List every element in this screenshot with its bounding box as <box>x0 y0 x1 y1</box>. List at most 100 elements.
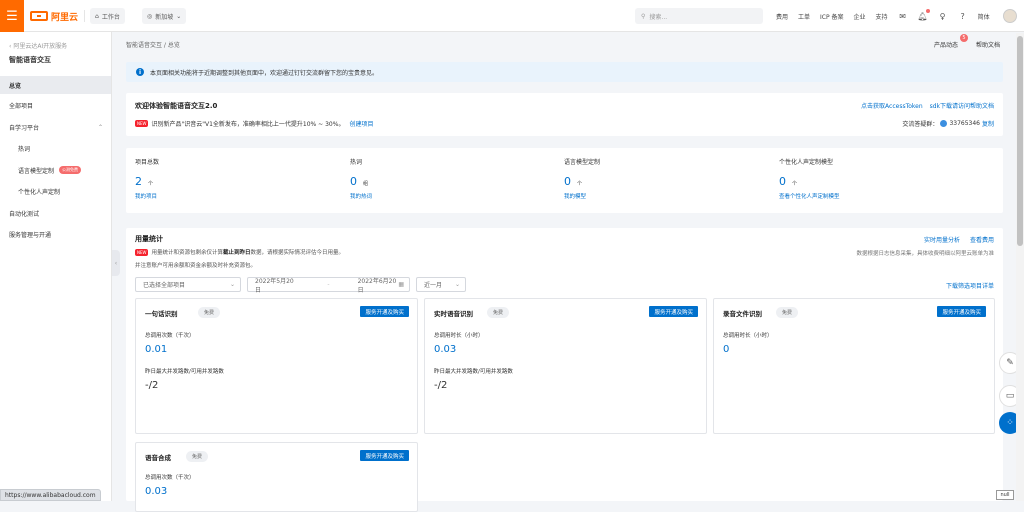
sidebar-item-self-learning[interactable]: 自学习平台 ⌃ <box>0 118 111 136</box>
my-projects-link[interactable]: 我的项目 <box>135 192 159 200</box>
buy-button[interactable]: 服务开通及购买 <box>937 306 986 317</box>
service-card-sentence: 一句话识别 免费 服务开通及购买 总调用次数（千次） 0.01 昨日最大并发路数… <box>135 298 418 434</box>
help-doc-link[interactable]: 帮助文档 <box>976 40 1000 49</box>
free-badge: 免费 <box>186 451 209 462</box>
chevron-down-icon: ⌄ <box>176 12 182 20</box>
stat-voice-models: 个性化人声定制模型 0个 查看个性化人声定制模型 <box>779 159 840 200</box>
my-hotwords-link[interactable]: 我的热词 <box>350 192 372 200</box>
download-detail-link[interactable]: 下载筛选项目详单 <box>946 281 994 290</box>
sidebar-title: 智能语音交互 <box>9 56 51 64</box>
date-range-picker[interactable]: 2022年5月20日 - 2022年6月20日 ▦ <box>247 277 410 294</box>
stat-value: 0 <box>350 175 357 188</box>
dingtalk-icon <box>940 120 948 127</box>
beta-badge: 公测免费 <box>59 166 82 174</box>
usage-title: 用量统计 <box>135 235 163 243</box>
lightbulb-icon[interactable]: ♀ <box>938 11 948 21</box>
free-badge: 免费 <box>487 307 510 318</box>
sidebar-item-hotwords[interactable]: 热词 <box>0 139 111 157</box>
divider <box>84 10 85 22</box>
copy-button[interactable]: 复制 <box>982 119 994 128</box>
group-info: 交流答疑群： 33765346 复制 <box>902 119 994 128</box>
my-models-link[interactable]: 我的模型 <box>564 192 600 200</box>
buy-button[interactable]: 服务开通及购买 <box>649 306 698 317</box>
new-tag: NEW <box>135 120 149 127</box>
access-token-link[interactable]: 点击获取AccessToken <box>861 103 923 110</box>
sidebar-item-projects[interactable]: 全部项目 <box>0 96 111 114</box>
sidebar-item-lm-custom[interactable]: 语言模型定制 公测免费 <box>0 161 111 179</box>
notice-banner: i 本页面相关功能将于近期调整到其他页面中，欢迎通过钉钉交流群留下您的宝贵意见。 <box>126 62 1003 82</box>
sidebar-item-service-mgmt[interactable]: 服务管理与开通 <box>0 225 111 243</box>
welcome-links: 点击获取AccessToken sdk下载请访问帮助文档 <box>861 101 994 110</box>
voice-models-link[interactable]: 查看个性化人声定制模型 <box>779 192 840 200</box>
welcome-card: 欢迎体验智能语音交互2.0 NEW 识别新产品"识音云"V1全新发布，准确率相比… <box>126 93 1003 136</box>
sidebar-collapse-handle[interactable]: ‹ <box>112 250 120 276</box>
service-name: 语音合成 <box>145 454 171 462</box>
stat-value: 0 <box>779 175 786 188</box>
top-link-ticket[interactable]: 工单 <box>798 12 810 21</box>
top-link-icp[interactable]: ICP 备案 <box>820 12 844 21</box>
service-card-file: 录音文件识别 免费 服务开通及购买 总调用时长（小时） 0 <box>713 298 995 434</box>
free-badge: 免费 <box>776 307 799 318</box>
buy-button[interactable]: 服务开通及购买 <box>360 306 409 317</box>
realtime-usage-link[interactable]: 实时用量分析 <box>924 237 960 244</box>
top-link-support[interactable]: 支持 <box>876 12 888 21</box>
sidebar-item-voice-custom[interactable]: 个性化人声定制 <box>0 182 111 200</box>
language-switch[interactable]: 简体 <box>978 12 990 21</box>
usage-right-note: 数据根据日志信息采集，具体收费明细以阿里云账单为准 <box>856 251 994 257</box>
view-billing-link[interactable]: 查看费用 <box>970 237 994 244</box>
service-card-realtime: 实时语音识别 免费 服务开通及购买 总调用时长（小时） 0.03 昨日最大并发路… <box>424 298 707 434</box>
free-badge: 免费 <box>198 307 221 318</box>
home-icon: ⌂ <box>95 12 99 20</box>
usage-note-2: 并注意账户可用余额和资金余额及时补充资源包。 <box>135 263 257 269</box>
brand-logo[interactable]: 阿里云 <box>30 8 78 24</box>
usage-card: 用量统计 NEW 用量统计和资源包剩余仅计算 截止到昨日 数据，请根据实际情况评… <box>126 228 1003 512</box>
sidebar-back-link[interactable]: ‹ 阿里云达AI开放服务 <box>9 41 67 50</box>
service-card-tts: 语音合成 免费 服务开通及购买 总调用次数（千次） 0.03 <box>135 442 418 512</box>
notification-dot <box>925 9 930 13</box>
metric-value: 0 <box>723 344 730 355</box>
top-bar: ☰ 阿里云 ⌂ 工作台 ◎ 新加坡 ⌄ ⚲ 搜索... 费用 工单 ICP 备案… <box>0 0 1024 32</box>
stat-projects: 项目总数 2个 我的项目 <box>135 159 160 200</box>
sdk-doc-link[interactable]: sdk下载请访问帮助文档 <box>930 103 994 110</box>
buy-button[interactable]: 服务开通及购买 <box>360 450 409 461</box>
metric-value: 0.03 <box>145 486 168 497</box>
usage-note-1: NEW 用量统计和资源包剩余仅计算 截止到昨日 数据，请根据实际情况评估今日用量… <box>135 248 345 256</box>
create-project-link[interactable]: 创建项目 <box>349 119 373 128</box>
calendar-icon: ▦ <box>398 281 404 288</box>
aliyun-logo-icon <box>30 11 48 21</box>
bell-icon[interactable]: 🔔︎ <box>917 9 930 21</box>
stats-card: 项目总数 2个 我的项目 热词 0组 我的热词 语言模型定制 0个 我的模型 个… <box>126 148 1003 213</box>
group-id: 33765346 <box>949 120 980 127</box>
stat-value: 2 <box>135 175 142 188</box>
chevron-up-icon: ⌃ <box>97 123 103 131</box>
search-input[interactable]: ⚲ 搜索... <box>635 8 763 24</box>
search-icon: ⚲ <box>641 12 646 20</box>
concurrency-value: -/2 <box>145 380 159 391</box>
region-select[interactable]: ◎ 新加坡 ⌄ <box>142 8 187 24</box>
sidebar-item-auto-test[interactable]: 自动化测试 <box>0 204 111 222</box>
sidebar-item-overview[interactable]: 总览 <box>0 76 111 94</box>
avatar[interactable] <box>1003 9 1017 23</box>
menu-icon[interactable]: ☰ <box>0 0 24 32</box>
info-icon: i <box>136 68 144 76</box>
workbench-button[interactable]: ⌂ 工作台 <box>90 8 125 24</box>
null-indicator: null <box>996 490 1014 500</box>
help-icon[interactable]: ? <box>958 11 968 21</box>
date-start: 2022年5月20日 <box>255 277 294 294</box>
project-select[interactable]: 已选择全部项目 ⌄ <box>135 277 241 292</box>
range-select[interactable]: 近一月 ⌄ <box>416 277 466 292</box>
product-news-link[interactable]: 产品动态 <box>934 40 958 49</box>
chevron-down-icon: ⌄ <box>229 281 235 288</box>
globe-icon: ◎ <box>147 12 153 20</box>
sidebar: ‹ 阿里云达AI开放服务 智能语音交互 总览 全部项目 自学习平台 ⌃ 热词 语言… <box>0 32 112 501</box>
message-icon[interactable]: ✉ <box>898 11 908 21</box>
notice-text: 本页面相关功能将于近期调整到其他页面中，欢迎通过钉钉交流群留下您的宝贵意见。 <box>150 69 379 77</box>
service-name: 一句话识别 <box>145 310 178 318</box>
breadcrumb: 智能语音交互 / 总览 <box>126 42 180 49</box>
top-link-enterprise[interactable]: 企业 <box>854 12 866 21</box>
welcome-title: 欢迎体验智能语音交互2.0 <box>135 102 218 110</box>
stat-value: 0 <box>564 175 571 188</box>
scrollbar-thumb[interactable] <box>1017 36 1023 246</box>
top-link-billing[interactable]: 费用 <box>776 12 788 21</box>
service-name: 录音文件识别 <box>723 310 762 318</box>
